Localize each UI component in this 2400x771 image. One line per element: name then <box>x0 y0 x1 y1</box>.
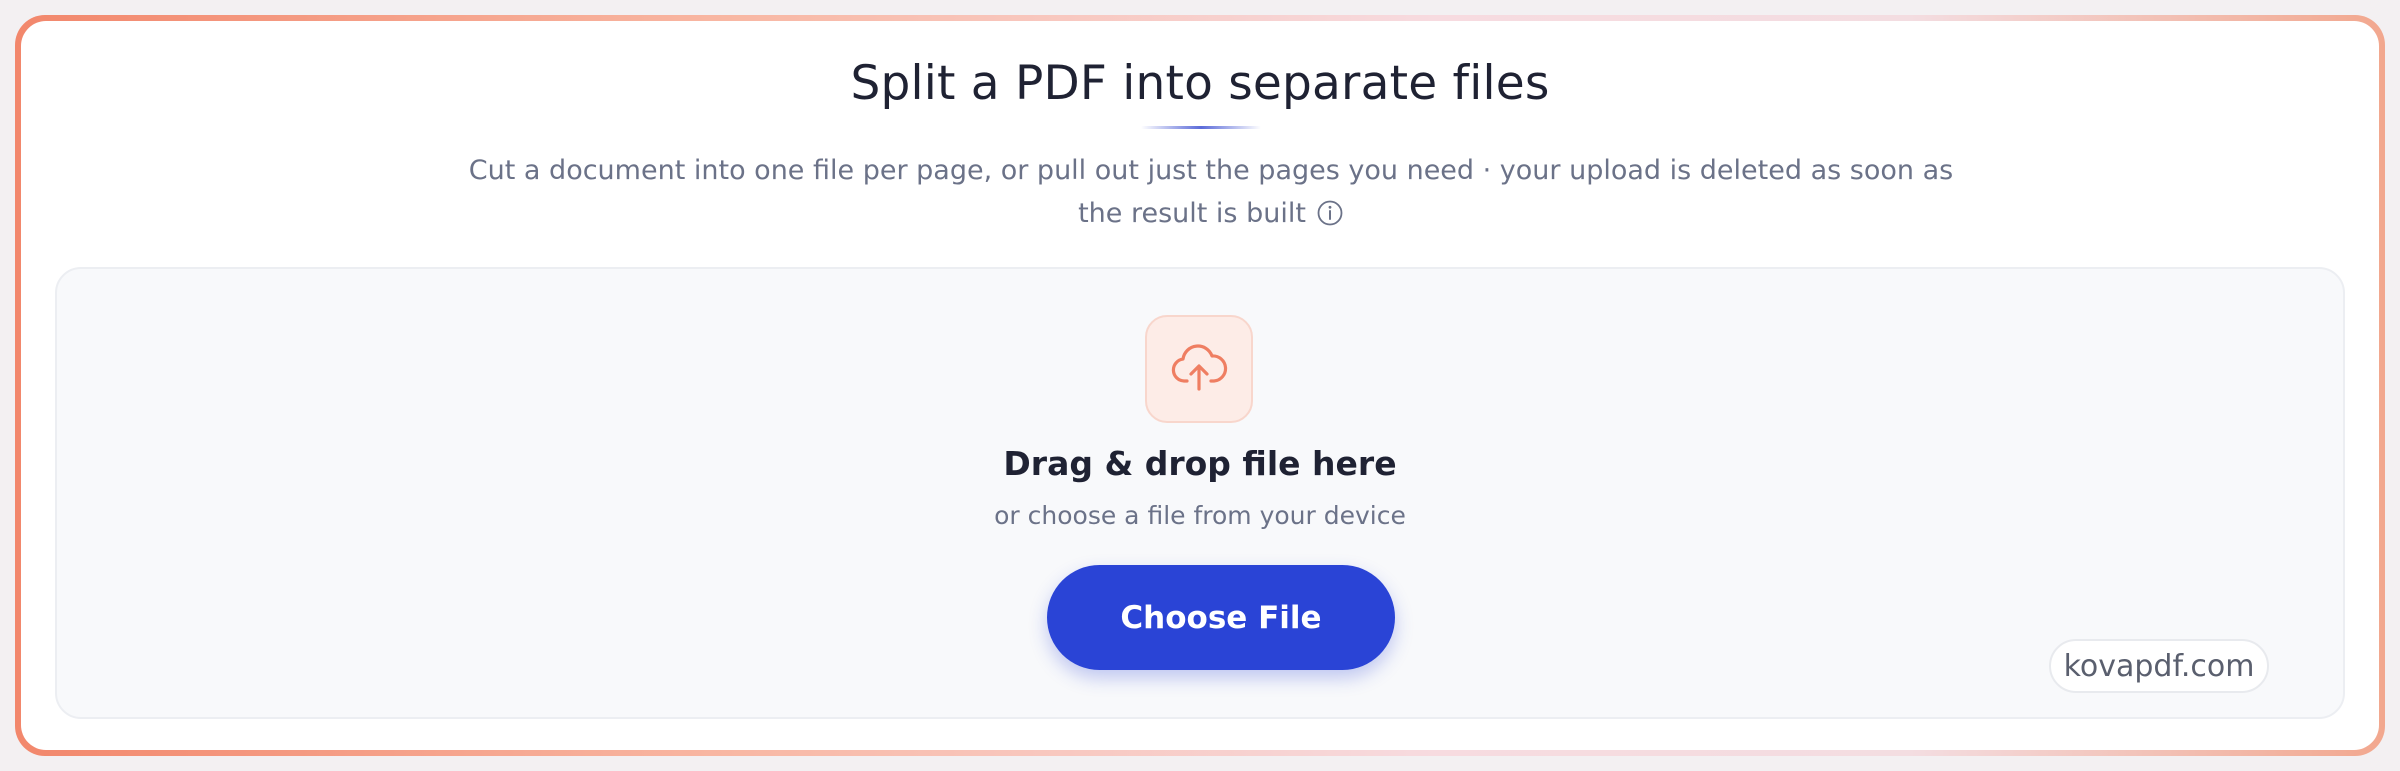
split-pdf-card: Split a PDF into separate files Cut a do… <box>21 21 2379 750</box>
page-title: Split a PDF into separate files <box>850 56 1550 111</box>
subtitle-text: Cut a document into one file per page, o… <box>468 155 1954 229</box>
app-frame: Split a PDF into separate files Cut a do… <box>15 15 2385 756</box>
info-circle-icon[interactable] <box>1316 199 1344 227</box>
cloud-upload-icon <box>1171 344 1228 391</box>
upload-tile <box>1145 315 1253 423</box>
site-watermark: kovapdf.com <box>2049 639 2269 693</box>
title-underline <box>1141 126 1261 129</box>
page-subtitle: Cut a document into one file per page, o… <box>461 149 1961 235</box>
choose-file-button[interactable]: Choose File <box>1047 565 1395 670</box>
file-dropzone[interactable]: Drag & drop file here or choose a file f… <box>55 267 2345 719</box>
dropzone-heading: Drag & drop file here <box>1003 444 1397 483</box>
dropzone-subheading: or choose a file from your device <box>994 501 1406 530</box>
